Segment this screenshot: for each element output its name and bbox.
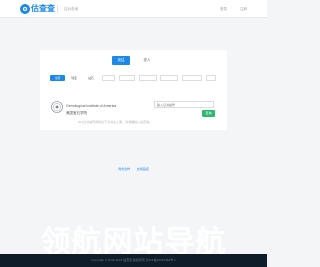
register-link[interactable]: 注册 — [240, 6, 247, 12]
logo-icon: o — [20, 4, 30, 14]
footer-link-business[interactable]: 商务合作 — [118, 167, 130, 171]
filter-chip-jewelry[interactable]: 珠宝 — [68, 75, 80, 81]
header-divider — [57, 5, 58, 13]
logo-glyph: o — [22, 4, 28, 13]
gia-seal-icon — [51, 101, 63, 113]
search-hint-text: GIA证书编号通常位于证书左上角，请准确输入后查询。 — [78, 120, 153, 124]
top-header-bar: o 估查查 估价查询 登录 注册 — [0, 0, 267, 18]
filter-chip-all[interactable]: 全部 — [50, 75, 65, 81]
filter-chip[interactable] — [182, 75, 202, 81]
logo-text: 估查查 — [31, 4, 55, 13]
filter-chip[interactable] — [206, 75, 216, 81]
filter-chip[interactable] — [102, 75, 115, 81]
site-logo[interactable]: o 估查查 — [20, 4, 55, 14]
footer-bar: Copyright © 2016-2023 估查查 版权所有 沪ICP备1904… — [0, 254, 267, 267]
search-panel — [40, 50, 227, 130]
org-subtitle: 美国宝石学院 — [66, 111, 87, 115]
filter-chip[interactable] — [160, 75, 178, 81]
footer-links: 商务合作 友情链接 — [0, 167, 267, 171]
org-name: Gemological Institute of America — [66, 104, 117, 108]
filter-chip-diamond[interactable]: 钻石 — [84, 75, 98, 81]
header-nav-label[interactable]: 估价查询 — [64, 6, 78, 12]
login-link[interactable]: 登录 — [220, 6, 227, 12]
certificate-number-input[interactable] — [154, 101, 214, 108]
filter-chip[interactable] — [119, 75, 135, 81]
search-button[interactable]: 查询 — [202, 110, 215, 117]
filter-chip[interactable] — [139, 75, 157, 81]
footer-link-friends[interactable]: 友情链接 — [137, 167, 149, 171]
copyright-text: Copyright © 2016-2023 估查查 版权所有 沪ICP备1904… — [91, 258, 176, 262]
tab-find-appraisal[interactable]: 找估 — [112, 56, 130, 65]
tab-find-person[interactable]: 查人 — [138, 56, 156, 65]
